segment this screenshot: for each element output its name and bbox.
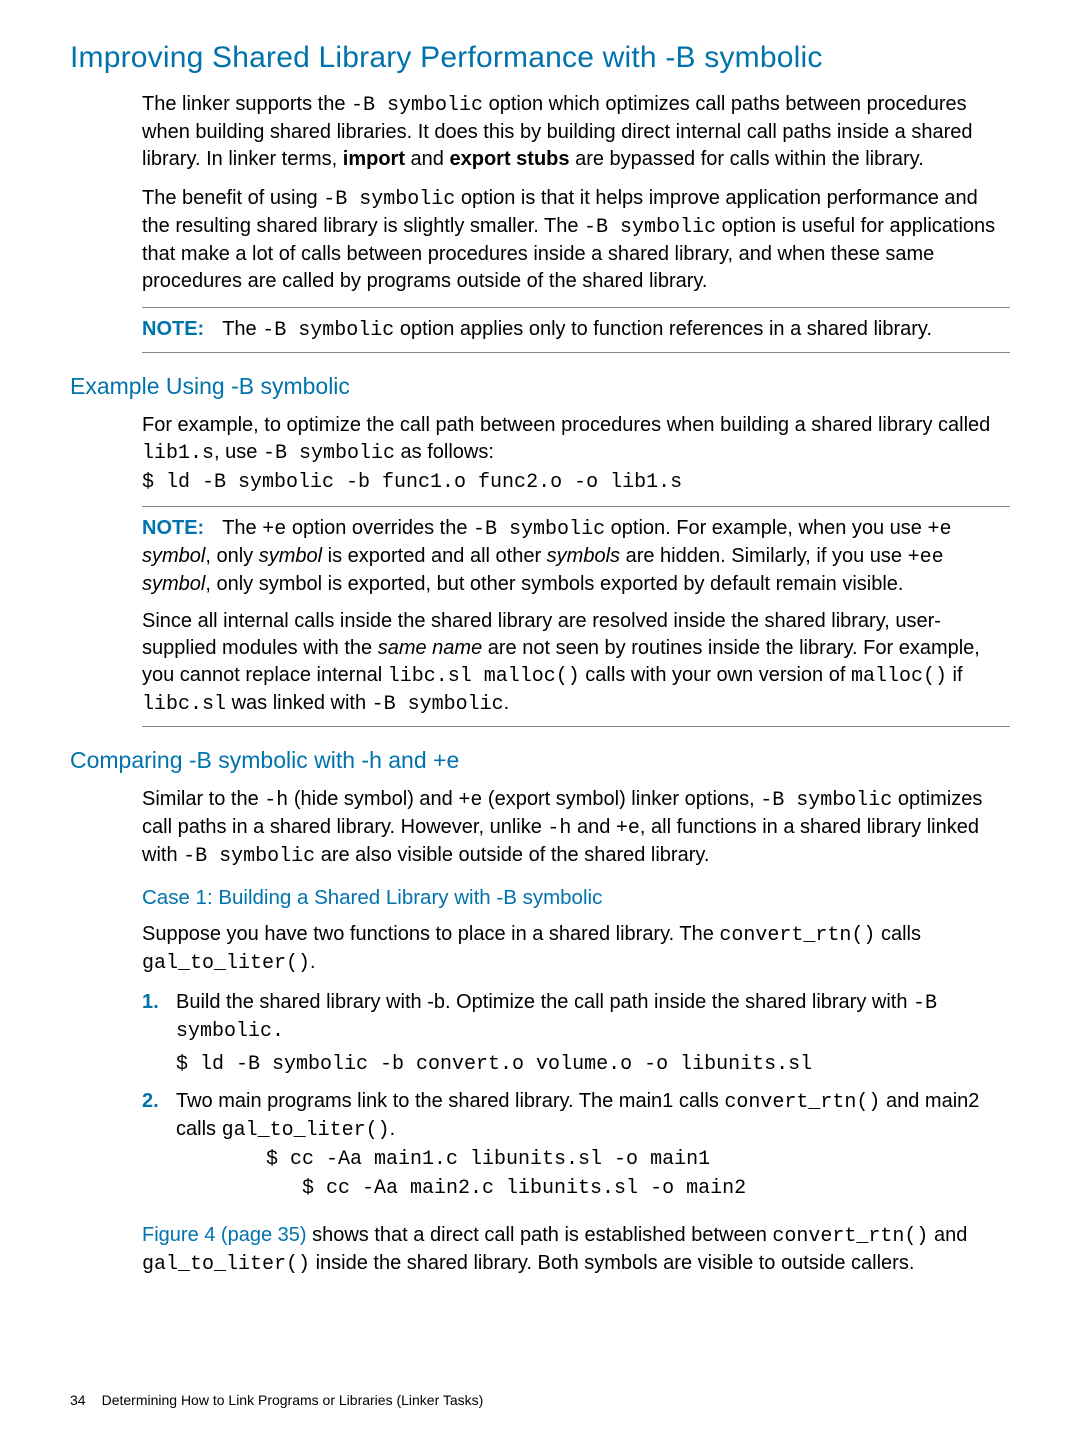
bold-text: import	[343, 148, 405, 170]
inline-code: -B symbolic	[263, 442, 395, 465]
inline-code: -B symbolic	[183, 845, 315, 868]
text: option applies only to function referenc…	[394, 318, 932, 340]
text: Similar to the	[142, 788, 264, 810]
figure-link[interactable]: Figure 4 (page 35)	[142, 1224, 307, 1246]
inline-code: lib1.s	[142, 442, 214, 465]
inline-code: -B symbolic	[584, 216, 716, 239]
inline-code: -B symbolic	[262, 319, 394, 342]
text: , only symbol is exported, but other sym…	[205, 573, 903, 595]
step-command: $ ld -B symbolic -b convert.o volume.o -…	[176, 1051, 1010, 1078]
intro-paragraph-2: The benefit of using -B symbolic option …	[142, 185, 1010, 295]
text: The	[222, 318, 262, 340]
italic-text: symbols	[547, 545, 620, 567]
compare-paragraph: Similar to the -h (hide symbol) and +e (…	[142, 786, 1010, 870]
inline-code: -h	[547, 817, 571, 840]
step-1: 1. Build the shared library with -b. Opt…	[142, 989, 1010, 1078]
inline-code: -B symbolic	[323, 188, 455, 211]
text: , only	[205, 545, 258, 567]
example-paragraph: For example, to optimize the call path b…	[142, 412, 1010, 467]
compare-heading: Comparing -B symbolic with -h and +e	[70, 745, 1010, 776]
case1-heading: Case 1: Building a Shared Library with -…	[142, 884, 1010, 912]
inline-code: +e	[616, 817, 640, 840]
page-number: 34	[70, 1392, 86, 1408]
text: option. For example, when you use	[605, 517, 927, 539]
text: are hidden. Similarly, if you use	[620, 545, 908, 567]
inline-code: +ee	[908, 546, 944, 569]
note-label: NOTE:	[142, 316, 204, 343]
text: (export symbol) linker options,	[482, 788, 760, 810]
inline-code: gal_to_liter()	[142, 1253, 310, 1276]
inline-code: -B symbolic	[473, 518, 605, 541]
text: are bypassed for calls within the librar…	[570, 148, 924, 170]
text: calls	[875, 923, 921, 945]
intro-paragraph-1: The linker supports the -B symbolic opti…	[142, 91, 1010, 173]
italic-text: symbol	[142, 573, 205, 595]
inline-code: convert_rtn()	[724, 1091, 880, 1114]
footer-text: Determining How to Link Programs or Libr…	[102, 1392, 484, 1408]
text: is exported and all other	[322, 545, 547, 567]
text: .	[390, 1118, 396, 1140]
inline-code: libc.sl malloc()	[388, 665, 580, 688]
text: inside the shared library. Both symbols …	[310, 1252, 914, 1274]
inline-code: libc.sl	[142, 693, 226, 716]
text: (hide symbol) and	[288, 788, 458, 810]
text: as follows:	[395, 441, 494, 463]
inline-code: +e	[927, 518, 951, 541]
text: and	[928, 1224, 967, 1246]
italic-text: same name	[378, 637, 483, 659]
text: , use	[214, 441, 263, 463]
text: Two main programs link to the shared lib…	[176, 1090, 724, 1112]
text: and	[571, 816, 615, 838]
step-number: 2.	[142, 1088, 159, 1115]
text: The linker supports the	[142, 93, 351, 115]
inline-code: malloc()	[851, 665, 947, 688]
step-command: $ cc -Aa main1.c libunits.sl -o main1	[266, 1146, 1010, 1173]
step-number: 1.	[142, 989, 159, 1016]
note-label: NOTE:	[142, 515, 204, 542]
text: if	[947, 664, 963, 686]
steps-list: 1. Build the shared library with -b. Opt…	[142, 989, 1010, 1202]
text: For example, to optimize the call path b…	[142, 414, 990, 436]
text: calls with your own version of	[580, 664, 851, 686]
inline-code: convert_rtn()	[772, 1225, 928, 1248]
text: option overrides the	[286, 517, 473, 539]
step-command: $ cc -Aa main2.c libunits.sl -o main2	[266, 1175, 1010, 1202]
text: .	[310, 951, 316, 973]
inline-code: gal_to_liter()	[222, 1119, 390, 1142]
italic-text: symbol	[259, 545, 322, 567]
note-block-1: NOTE: The -B symbolic option applies only…	[142, 307, 1010, 353]
case1-after: Figure 4 (page 35) shows that a direct c…	[142, 1222, 1010, 1278]
page-title: Improving Shared Library Performance wit…	[70, 38, 1010, 79]
inline-code: -h	[264, 789, 288, 812]
text: .	[504, 692, 510, 714]
italic-text: symbol	[142, 545, 205, 567]
text: are also visible outside of the shared l…	[315, 844, 709, 866]
case1-intro: Suppose you have two functions to place …	[142, 921, 1010, 977]
text: shows that a direct call path is establi…	[307, 1224, 773, 1246]
inline-code: gal_to_liter()	[142, 952, 310, 975]
text: The	[222, 517, 262, 539]
inline-code: -B symbolic	[372, 693, 504, 716]
text: Suppose you have two functions to place …	[142, 923, 719, 945]
inline-code: +e	[458, 789, 482, 812]
text: Build the shared library with -b. Optimi…	[176, 991, 913, 1013]
page-footer: 34 Determining How to Link Programs or Li…	[70, 1391, 483, 1410]
inline-code: convert_rtn()	[719, 924, 875, 947]
step-2: 2. Two main programs link to the shared …	[142, 1088, 1010, 1202]
inline-code: +e	[262, 518, 286, 541]
example-heading: Example Using -B symbolic	[70, 371, 1010, 402]
inline-code: -B symbolic	[351, 94, 483, 117]
bold-text: export stubs	[449, 148, 569, 170]
text: The benefit of using	[142, 187, 323, 209]
text: and	[405, 148, 449, 170]
inline-code: -B symbolic	[760, 789, 892, 812]
example-command: $ ld -B symbolic -b func1.o func2.o -o l…	[142, 469, 1010, 496]
note-block-2: NOTE: The +e option overrides the -B symb…	[142, 506, 1010, 727]
text: was linked with	[226, 692, 372, 714]
